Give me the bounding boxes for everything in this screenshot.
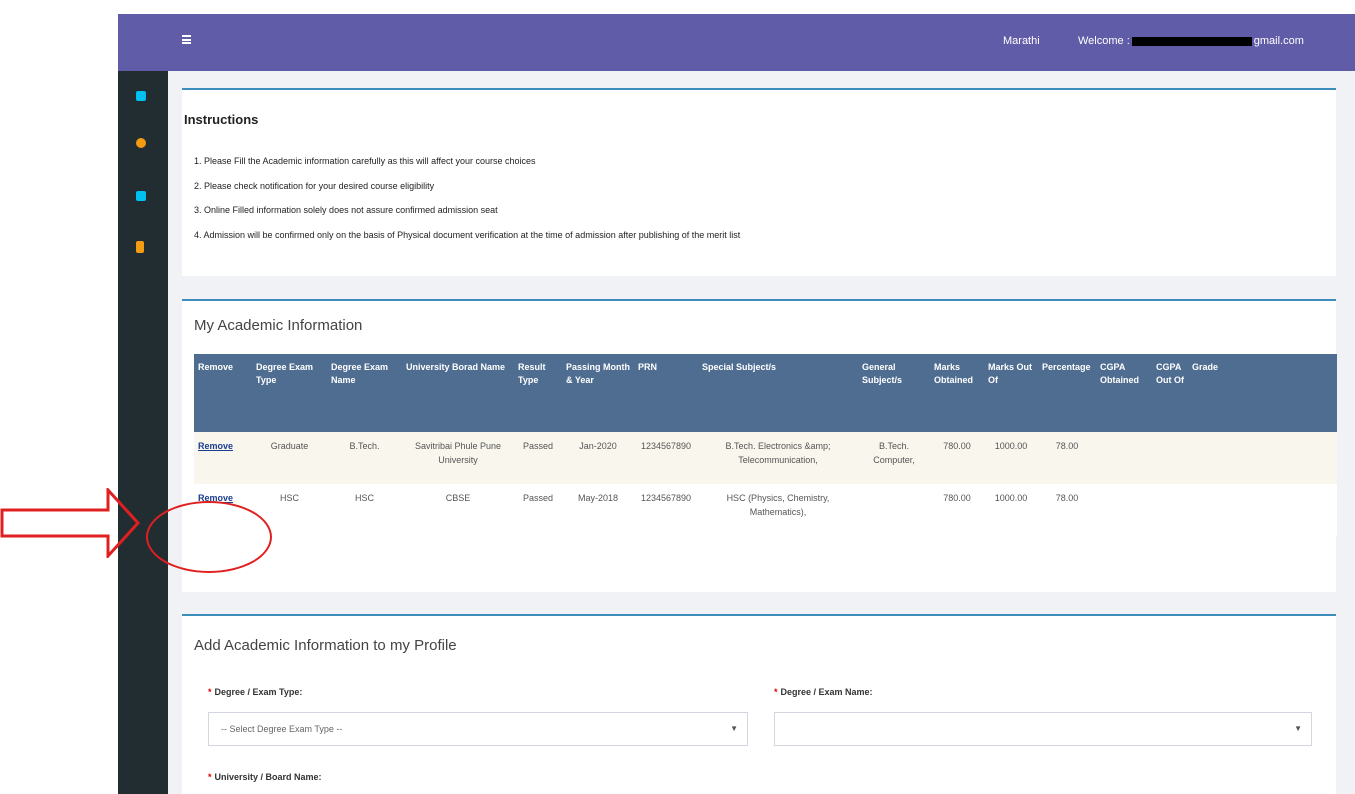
table-cell: HSC (Physics, Chemistry, Mathematics),	[698, 484, 858, 536]
table-cell: May-2018	[562, 484, 634, 536]
red-circle-annotation	[146, 501, 272, 573]
col-degree-name: Degree Exam Name	[327, 354, 402, 432]
required-marker: *	[208, 687, 212, 697]
table-cell	[1096, 432, 1152, 484]
table-cell: CBSE	[402, 484, 514, 536]
col-remove: Remove	[194, 354, 252, 432]
instructions-card: Instructions 1. Please Fill the Academic…	[182, 88, 1336, 276]
table-cell: Passed	[514, 432, 562, 484]
instruction-item: 2. Please check notification for your de…	[194, 180, 435, 191]
table-cell: Passed	[514, 484, 562, 536]
table-cell: B.Tech.	[327, 432, 402, 484]
red-arrow-annotation	[0, 488, 140, 558]
table-cell: 1234567890	[634, 432, 698, 484]
table-cell: 780.00	[930, 432, 984, 484]
sidebar	[118, 71, 168, 794]
col-cgpa-obtained: CGPA Obtained	[1096, 354, 1152, 432]
university-label: * University / Board Name:	[208, 772, 322, 782]
col-university: University Borad Name	[402, 354, 514, 432]
table-cell: 78.00	[1038, 484, 1096, 536]
instructions-list: 1. Please Fill the Academic information …	[194, 156, 740, 254]
degree-type-label: * Degree / Exam Type:	[208, 687, 302, 697]
col-marks-out-of: Marks Out Of	[984, 354, 1038, 432]
table-cell	[1188, 484, 1337, 536]
col-passing: Passing Month & Year	[562, 354, 634, 432]
table-cell: HSC	[327, 484, 402, 536]
degree-type-selected: -- Select Degree Exam Type --	[221, 724, 343, 734]
top-navbar: Marathi Welcome : gmail.com	[118, 14, 1355, 71]
add-academic-card: Add Academic Information to my Profile *…	[182, 614, 1336, 794]
academic-info-card: My Academic Information Remove Degree Ex…	[182, 299, 1337, 592]
menu-toggle-icon[interactable]	[182, 35, 191, 44]
welcome-user[interactable]: Welcome : gmail.com	[1078, 35, 1304, 47]
home-icon[interactable]	[136, 91, 146, 101]
col-general-subjects: General Subject/s	[858, 354, 930, 432]
instruction-item: 1. Please Fill the Academic information …	[194, 156, 536, 166]
email-tail: gmail.com	[1253, 35, 1304, 47]
university-label-text: University / Board Name:	[214, 772, 322, 782]
academic-info-title: My Academic Information	[194, 317, 363, 334]
table-cell: Graduate	[252, 432, 327, 484]
academic-table: Remove Degree Exam Type Degree Exam Name…	[194, 354, 1337, 536]
col-marks-obtained: Marks Obtained	[930, 354, 984, 432]
redacted-email-bar	[1131, 36, 1252, 46]
remove-link[interactable]: Remove	[198, 441, 233, 451]
table-cell: 1234567890	[634, 484, 698, 536]
table-cell: 780.00	[930, 484, 984, 536]
table-cell: B.Tech. Electronics &amp; Telecommunicat…	[698, 432, 858, 484]
table-cell	[1152, 484, 1188, 536]
app-window: Marathi Welcome : gmail.com Instructions …	[118, 14, 1355, 794]
welcome-label: Welcome :	[1078, 35, 1130, 47]
remove-cell: Remove	[194, 432, 252, 484]
degree-name-label-text: Degree / Exam Name:	[780, 687, 873, 697]
degree-type-select[interactable]: -- Select Degree Exam Type -- ▼	[208, 712, 748, 746]
table-cell	[1188, 432, 1337, 484]
table-cell: 1000.00	[984, 484, 1038, 536]
col-result-type: Result Type	[514, 354, 562, 432]
chevron-down-icon: ▼	[730, 724, 738, 733]
degree-name-label: * Degree / Exam Name:	[774, 687, 873, 697]
table-cell: 78.00	[1038, 432, 1096, 484]
chevron-down-icon: ▼	[1294, 724, 1302, 733]
degree-type-label-text: Degree / Exam Type:	[214, 687, 303, 697]
degree-name-select[interactable]: ▼	[774, 712, 1312, 746]
instructions-title: Instructions	[184, 112, 259, 127]
table-cell: 1000.00	[984, 432, 1038, 484]
document-icon[interactable]	[136, 241, 144, 253]
language-switch[interactable]: Marathi	[1003, 35, 1040, 47]
col-grade: Grade	[1188, 354, 1337, 432]
col-cgpa-out-of: CGPA Out Of	[1152, 354, 1188, 432]
table-header-row: Remove Degree Exam Type Degree Exam Name…	[194, 354, 1337, 432]
required-marker: *	[774, 687, 778, 697]
col-degree-type: Degree Exam Type	[252, 354, 327, 432]
table-cell: B.Tech. Computer,	[858, 432, 930, 484]
instruction-item: 3. Online Filled information solely does…	[194, 205, 498, 215]
table-cell	[858, 484, 930, 536]
table-cell: Savitribai Phule Pune University	[402, 432, 514, 484]
required-marker: *	[208, 772, 212, 782]
table-cell	[1096, 484, 1152, 536]
edit-icon[interactable]	[136, 191, 146, 201]
user-icon[interactable]	[136, 138, 146, 148]
instruction-item: 4. Admission will be confirmed only on t…	[194, 229, 741, 240]
col-prn: PRN	[634, 354, 698, 432]
col-percentage: Percentage	[1038, 354, 1096, 432]
table-cell: Jan-2020	[562, 432, 634, 484]
table-cell	[1152, 432, 1188, 484]
table-row: Remove Graduate B.Tech. Savitribai Phule…	[194, 432, 1337, 484]
col-special-subjects: Special Subject/s	[698, 354, 858, 432]
table-row: Remove HSC HSC CBSE Passed May-2018 1234…	[194, 484, 1337, 536]
add-academic-title: Add Academic Information to my Profile	[194, 637, 457, 654]
